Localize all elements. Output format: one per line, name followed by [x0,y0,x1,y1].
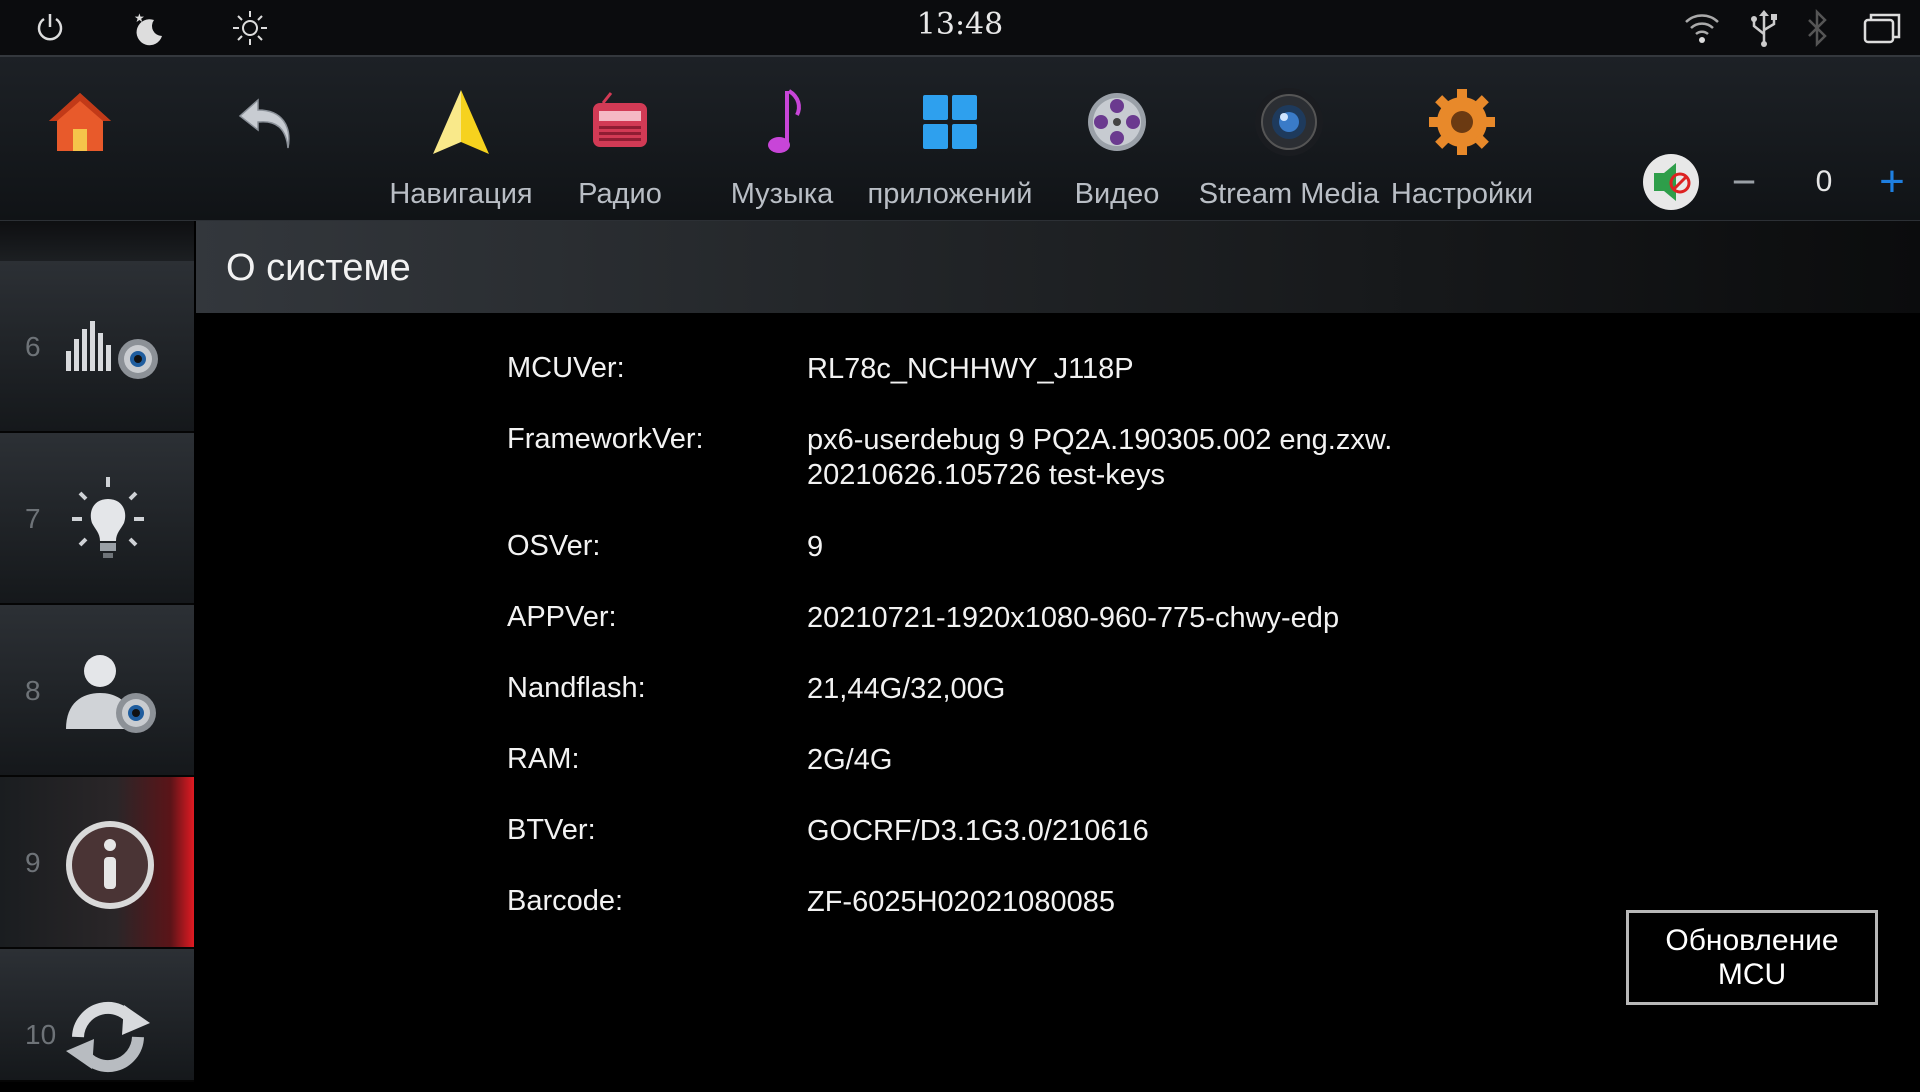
wifi-icon [1682,8,1722,48]
nav-item-video[interactable]: Видео [1057,57,1177,220]
radio-icon [578,80,662,164]
equalizer-settings-icon [58,299,158,399]
brightness-icon[interactable] [230,8,270,48]
sidebar-item-10[interactable]: 10 [0,949,194,1082]
home-button[interactable] [38,57,122,220]
status-bar: ★ 13:48 [0,0,1920,57]
music-icon [740,80,824,164]
apps-icon [908,80,992,164]
lighting-icon [58,471,158,571]
volume-down-button[interactable]: − [1724,158,1764,206]
usb-icon [1744,8,1784,48]
page-title: О системе [226,247,411,289]
nav-item-radio[interactable]: Радио [560,57,680,220]
top-navigation: Навигация Радио Музыка приложений Видео … [0,57,1920,221]
back-button[interactable] [224,57,308,220]
power-icon[interactable] [30,8,70,48]
volume-value: 0 [1815,164,1833,198]
recent-apps-icon[interactable] [1862,8,1902,48]
settings-icon [1420,80,1504,164]
nav-item-music[interactable]: Музыка [722,57,842,220]
back-icon [224,80,308,164]
info-icon [58,815,158,915]
bluetooth-icon [1797,8,1837,48]
sidebar-item-9[interactable]: 9 [0,777,194,949]
sidebar-item-7[interactable]: 7 [0,433,194,605]
nav-item-navigation[interactable]: Навигация [382,57,540,220]
navigation-icon [419,80,503,164]
mute-icon[interactable] [1640,151,1702,213]
stream-media-icon [1247,80,1331,164]
sidebar-item-8[interactable]: 8 [0,605,194,777]
video-icon [1075,80,1159,164]
update-icon [58,987,158,1087]
nav-item-settings[interactable]: Настройки [1384,57,1540,220]
nav-item-apps[interactable]: приложений [860,57,1040,220]
svg-text:★: ★ [134,11,145,25]
home-icon [38,80,122,164]
clock: 13:48 [916,7,1004,42]
user-settings-icon [58,643,158,743]
sidebar-scroll-top [0,221,194,261]
content-header: О системе [196,221,1920,313]
volume-up-button[interactable]: + [1872,157,1912,207]
sidebar-item-6[interactable]: 6 [0,261,194,433]
night-mode-icon[interactable]: ★ [128,8,168,48]
mcu-update-button[interactable]: Обновление MCU [1626,910,1878,1005]
settings-sidebar: 6 7 8 9 10 [0,221,194,1082]
nav-item-stream-media[interactable]: Stream Media [1192,57,1386,220]
